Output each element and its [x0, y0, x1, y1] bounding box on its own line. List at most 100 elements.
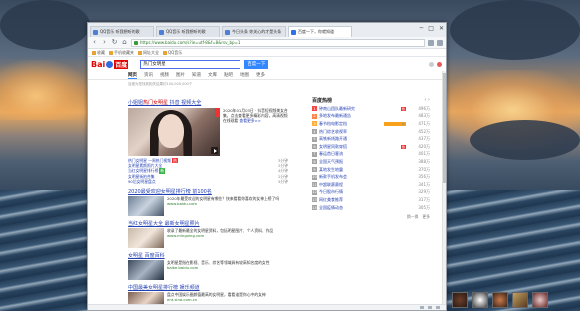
- tab-wenku[interactable]: 文库: [208, 72, 217, 78]
- status-icon[interactable]: [428, 306, 432, 309]
- more-link[interactable]: 查看更多>>: [239, 118, 261, 123]
- result-thumbnail[interactable]: [128, 196, 164, 217]
- close-button[interactable]: ✕: [439, 25, 444, 32]
- baidu-logo[interactable]: Bai 百度: [91, 59, 129, 69]
- hot-list-item[interactable]: 8 全国天气预报 388万: [312, 158, 430, 166]
- avatar[interactable]: [437, 61, 442, 67]
- status-icon[interactable]: [420, 306, 424, 309]
- address-bar[interactable]: https://www.baidu.com/s?ie=utf-8&f=8&rsv…: [131, 38, 425, 47]
- back-arrow-icon[interactable]: ‹: [91, 39, 98, 46]
- extension-icon[interactable]: [428, 39, 434, 46]
- status-icon[interactable]: [436, 306, 440, 309]
- hot-item-text: 高铁新线路开通: [319, 136, 347, 142]
- scrollbar-thumb[interactable]: [443, 73, 446, 183]
- item-text: 90后女明星盘点: [128, 178, 156, 184]
- wallpaper-cloud: [0, 0, 90, 50]
- tab-tieba[interactable]: 贴吧: [224, 72, 233, 78]
- search-button[interactable]: 百度一下: [244, 59, 269, 69]
- rank-badge: 9: [312, 167, 317, 173]
- hot-list-item[interactable]: 3 春节档电影定档 新 471万: [312, 120, 430, 128]
- result-body: 2020年最受欢迎的女明星有哪些？快来看看你喜欢的女神上榜了吗 www.baid…: [128, 196, 288, 217]
- music-icon: [163, 50, 167, 55]
- tab-images[interactable]: 图片: [176, 72, 185, 78]
- hot-list-item[interactable]: 7 春运首日客流 401万: [312, 151, 430, 159]
- rank-badge: 3: [312, 121, 317, 127]
- result-title[interactable]: 当红女明星大全 最新女明星照片: [128, 220, 288, 227]
- bookmark-item[interactable]: QQ音乐: [163, 50, 182, 56]
- bookmark-label: 手机收藏夹: [114, 49, 134, 55]
- tab-zhidao[interactable]: 知道: [192, 72, 201, 78]
- favicon-icon: [291, 29, 296, 35]
- hot-item-text: 新款手机发布会: [319, 174, 347, 180]
- bookmark-item[interactable]: 收藏: [92, 50, 105, 56]
- result-source[interactable]: baike.baidu.com: [167, 265, 198, 270]
- refresh-link[interactable]: 换一换: [407, 214, 418, 220]
- tab-news[interactable]: 资讯: [144, 72, 153, 78]
- app-icon[interactable]: [472, 292, 488, 308]
- video-thumbnail[interactable]: [128, 108, 220, 156]
- app-icon[interactable]: [512, 292, 528, 308]
- result-title[interactable]: 2020最受欢迎女明星排行榜 前100名: [128, 188, 288, 195]
- result-title[interactable]: 小姐姐热门女明星 抖音 视频大全: [128, 99, 288, 106]
- tab-label: 百度一下，你就知道: [298, 29, 334, 34]
- hot-badge: 热: [171, 158, 178, 164]
- app-icon[interactable]: [492, 292, 508, 308]
- bookmark-item[interactable]: 手机收藏夹: [109, 50, 134, 56]
- hot-list-item[interactable]: 5 高铁新线路开通 437万: [312, 135, 430, 143]
- maximize-button[interactable]: □: [428, 25, 434, 32]
- hot-item-count: 437万: [418, 136, 430, 142]
- wallpaper-cloud: [450, 0, 580, 60]
- hot-item-count: 329万: [418, 189, 430, 195]
- home-icon[interactable]: ⌂: [121, 39, 128, 46]
- result-title[interactable]: 女明星 百度百科: [128, 252, 288, 259]
- hot-list-item[interactable]: 9 某地发生地震 370万: [312, 166, 430, 174]
- title-part: 小姐姐: [128, 100, 144, 106]
- result-source[interactable]: www.baidu.com: [167, 201, 197, 206]
- list-item[interactable]: 90后女明星盘点 5分钟: [128, 179, 288, 184]
- app-icon[interactable]: [452, 292, 468, 308]
- result-source[interactable]: ent.sina.com.cn: [167, 297, 197, 302]
- app-icon[interactable]: [532, 292, 548, 308]
- hot-item-text: 今日股市行情: [319, 189, 343, 195]
- play-icon[interactable]: [211, 147, 218, 154]
- result-thumbnail[interactable]: [128, 228, 164, 249]
- hot-list-item[interactable]: 10 新款手机发布会 356万: [312, 173, 430, 181]
- tab-video[interactable]: 视频: [160, 72, 169, 78]
- rank-badge: 5: [312, 136, 317, 142]
- hot-list-item[interactable]: 4 热门综艺收视率 452万: [312, 128, 430, 136]
- minimize-button[interactable]: ─: [420, 25, 424, 32]
- hot-list-item[interactable]: 11 中超联赛赛程 341万: [312, 181, 430, 189]
- browser-tab[interactable]: QQ音乐 听我想听的歌: [90, 26, 154, 37]
- result-title[interactable]: 中国最美女明星排行榜 娱乐频道: [128, 284, 288, 291]
- hot-list-header: 百度热榜 ‹ ›: [312, 97, 430, 105]
- menu-icon[interactable]: [437, 39, 443, 46]
- result-thumbnail[interactable]: [128, 260, 164, 281]
- result-source[interactable]: www.mingxing.com: [167, 233, 204, 238]
- hot-list-item[interactable]: 2 多地发布最新通告 483万: [312, 113, 430, 121]
- more-link[interactable]: 更多: [422, 214, 430, 220]
- search-input[interactable]: 热门女明星: [140, 59, 241, 69]
- hot-item-text: 网红美食推荐: [319, 196, 343, 202]
- hot-list-title: 百度热榜: [312, 98, 333, 104]
- tab-strip: QQ音乐 听我想听的歌 QQ音乐 听我想听的歌 今日头条 你关心的才是头条 百度…: [88, 23, 446, 37]
- rank-badge: 10: [312, 174, 317, 180]
- browser-tab-active[interactable]: 百度一下，你就知道: [288, 26, 352, 37]
- bookmark-item[interactable]: 网址大全: [138, 50, 159, 56]
- tab-more[interactable]: 更多: [256, 72, 265, 78]
- reload-icon[interactable]: ↻: [111, 39, 118, 46]
- hot-list-item[interactable]: 1 钟南山团队最新研究 热 496万: [312, 105, 430, 113]
- tab-map[interactable]: 地图: [240, 72, 249, 78]
- hot-list-item[interactable]: 14 全国疫情动态 305万: [312, 204, 430, 212]
- settings-icon[interactable]: [429, 61, 434, 67]
- browser-tab[interactable]: QQ音乐 听我想听的歌: [156, 26, 220, 37]
- hot-list-item[interactable]: 6 女明星同款穿搭 热 420万: [312, 143, 430, 151]
- tab-web[interactable]: 网页: [128, 72, 137, 79]
- hot-list-item[interactable]: 12 今日股市行情 329万: [312, 189, 430, 197]
- forward-arrow-icon[interactable]: ›: [101, 39, 108, 46]
- scrollbar[interactable]: [442, 71, 446, 310]
- browser-tab[interactable]: 今日头条 你关心的才是头条: [222, 26, 286, 37]
- hot-list-item[interactable]: 13 网红美食推荐 317万: [312, 196, 430, 204]
- pager-arrows[interactable]: ‹ ›: [424, 97, 430, 105]
- browser-window: QQ音乐 听我想听的歌 QQ音乐 听我想听的歌 今日头条 你关心的才是头条 百度…: [87, 22, 447, 311]
- result-body: 女明星是指在影视、音乐、综艺等领域具有较高知名度的女性 baike.baidu.…: [128, 260, 288, 281]
